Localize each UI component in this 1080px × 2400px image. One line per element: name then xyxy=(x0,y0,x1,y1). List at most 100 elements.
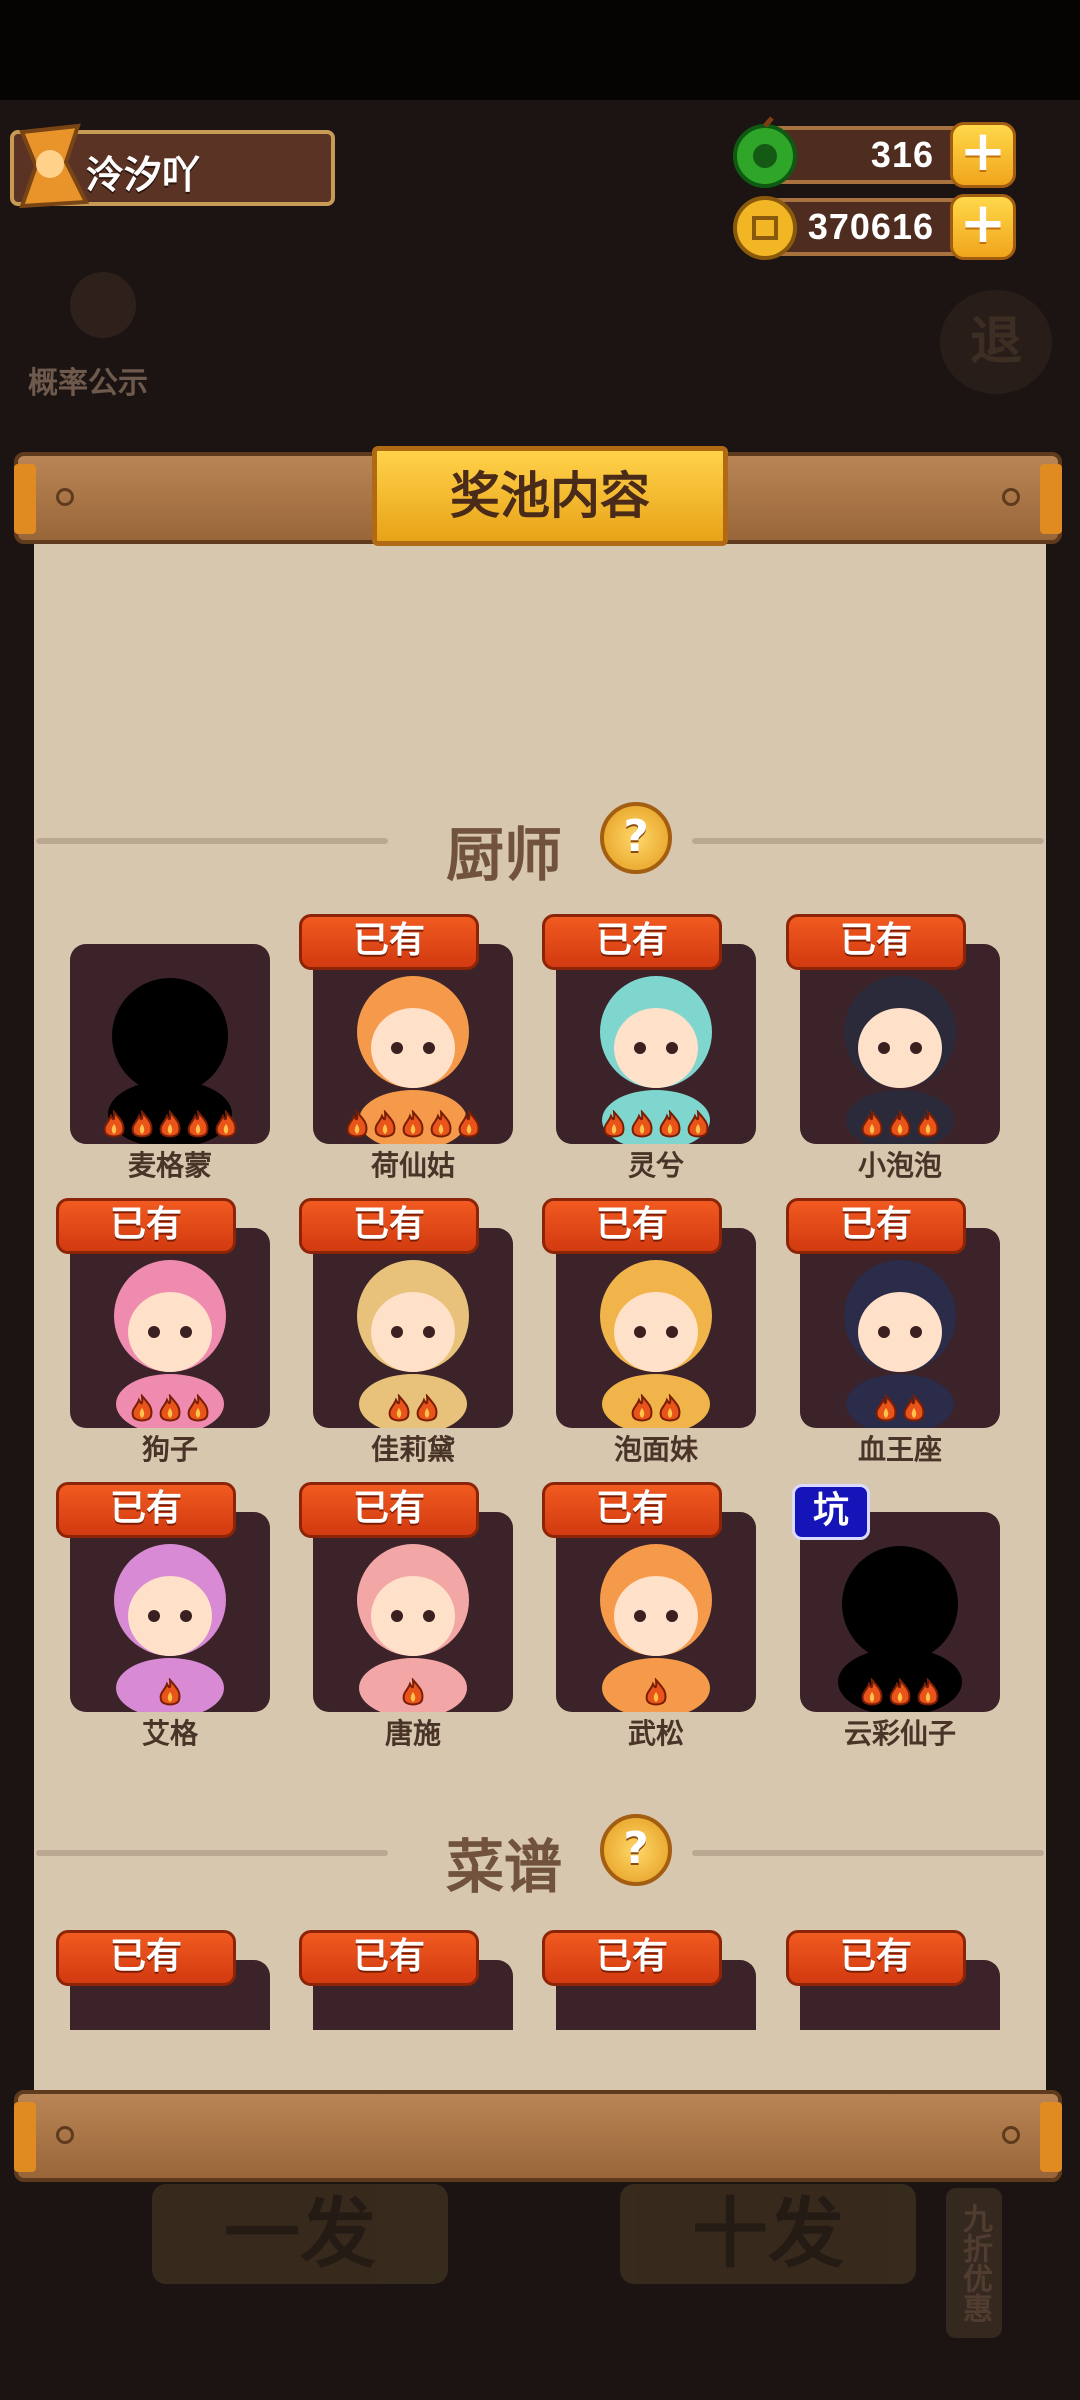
probability-icon[interactable] xyxy=(70,272,136,338)
gold-coin-icon xyxy=(733,196,797,260)
flame-icon xyxy=(402,1678,424,1706)
recipe-section-header: 菜谱 ? xyxy=(36,1812,1044,1901)
chef-help-button[interactable]: ? xyxy=(600,802,672,874)
owned-badge: 已有 xyxy=(56,1198,236,1254)
flame-icon xyxy=(659,1394,681,1422)
flame-icon xyxy=(346,1110,368,1138)
recipe-section-title: 菜谱 xyxy=(446,1833,563,1901)
rarity-flames xyxy=(800,1394,1000,1424)
owned-badge: 已有 xyxy=(542,1482,722,1538)
chef-name: 小泡泡 xyxy=(857,1149,942,1182)
flame-icon xyxy=(458,1110,480,1138)
owned-badge: 已有 xyxy=(56,1930,236,1986)
chef-section-header: 厨师 ? xyxy=(36,800,1044,889)
owned-badge: 已有 xyxy=(786,1930,966,1986)
owned-badge: 已有 xyxy=(542,1930,722,1986)
flame-icon xyxy=(903,1394,925,1422)
player-avatar-icon xyxy=(19,123,90,209)
exit-button[interactable]: 退 xyxy=(940,290,1052,394)
player-name-bar[interactable]: 泠汐吖 xyxy=(10,123,335,209)
single-draw-button: 一发 xyxy=(152,2184,448,2284)
chef-section-title: 厨师 xyxy=(446,821,563,889)
pit-badge: 坑 xyxy=(792,1484,870,1540)
chef-card[interactable] xyxy=(556,1512,756,1712)
rarity-flames xyxy=(800,1110,1000,1140)
green-gem-icon xyxy=(733,116,797,188)
chef-name: 荷仙姑 xyxy=(370,1149,455,1182)
flame-icon xyxy=(631,1110,653,1138)
flame-icon xyxy=(603,1110,625,1138)
chef-card[interactable] xyxy=(800,1512,1000,1712)
owned-badge: 已有 xyxy=(299,914,479,970)
flame-icon xyxy=(631,1394,653,1422)
player-name: 泠汐吖 xyxy=(86,153,201,197)
flame-icon xyxy=(645,1678,667,1706)
flame-icon xyxy=(861,1110,883,1138)
flame-icon xyxy=(917,1678,939,1706)
rarity-flames xyxy=(313,1394,513,1424)
chef-name: 佳莉黛 xyxy=(370,1433,455,1466)
chef-name: 艾格 xyxy=(141,1717,198,1750)
flame-icon xyxy=(159,1678,181,1706)
add-coin-button[interactable]: + xyxy=(950,194,1016,260)
flame-icon xyxy=(187,1394,209,1422)
rarity-flames xyxy=(556,1110,756,1140)
chef-name: 麦格蒙 xyxy=(127,1149,212,1182)
probability-label[interactable]: 概率公示 xyxy=(28,358,148,402)
chef-card[interactable] xyxy=(313,1228,513,1428)
flame-icon xyxy=(889,1678,911,1706)
flame-icon xyxy=(131,1110,153,1138)
panel-title: 奖池内容 xyxy=(372,446,728,546)
discount-tag: 九折优惠 xyxy=(946,2188,1002,2338)
rarity-flames xyxy=(70,1110,270,1140)
flame-icon xyxy=(659,1110,681,1138)
gem-currency-bar: 316 + xyxy=(733,116,1016,188)
owned-badge: 已有 xyxy=(299,1930,479,1986)
owned-badge: 已有 xyxy=(542,914,722,970)
chef-card[interactable] xyxy=(800,1228,1000,1428)
coin-currency-bar: 370616 + xyxy=(733,194,1016,260)
owned-badge: 已有 xyxy=(786,1198,966,1254)
flame-icon xyxy=(687,1110,709,1138)
gem-count: 316 xyxy=(870,134,934,175)
chef-card[interactable] xyxy=(313,944,513,1144)
flame-icon xyxy=(159,1394,181,1422)
chef-name: 唐施 xyxy=(384,1717,441,1750)
flame-icon xyxy=(159,1110,181,1138)
owned-badge: 已有 xyxy=(56,1482,236,1538)
flame-icon xyxy=(917,1110,939,1138)
owned-badge: 已有 xyxy=(786,914,966,970)
rarity-flames xyxy=(800,1678,1000,1708)
chef-name: 泡面妹 xyxy=(613,1433,698,1466)
chef-card[interactable] xyxy=(70,1512,270,1712)
owned-badge: 已有 xyxy=(542,1198,722,1254)
chef-name: 云彩仙子 xyxy=(843,1717,956,1750)
panel-bottom-plank xyxy=(14,2090,1062,2182)
chef-card[interactable] xyxy=(313,1512,513,1712)
chef-card[interactable] xyxy=(800,944,1000,1144)
chef-card[interactable] xyxy=(556,1228,756,1428)
ten-draw-button: 十发 xyxy=(620,2184,916,2284)
flame-icon xyxy=(875,1394,897,1422)
coin-count: 370616 xyxy=(807,206,934,247)
status-bar xyxy=(0,0,1080,100)
chef-name: 武松 xyxy=(627,1717,684,1750)
rarity-flames xyxy=(70,1394,270,1424)
flame-icon xyxy=(388,1394,410,1422)
rarity-flames xyxy=(313,1110,513,1140)
add-gem-button[interactable]: + xyxy=(950,122,1016,188)
flame-icon xyxy=(103,1110,125,1138)
chef-card[interactable] xyxy=(556,944,756,1144)
chef-card[interactable] xyxy=(70,1228,270,1428)
rarity-flames xyxy=(70,1678,270,1708)
flame-icon xyxy=(215,1110,237,1138)
owned-badge: 已有 xyxy=(299,1482,479,1538)
chef-card[interactable] xyxy=(70,944,270,1144)
chef-name: 灵兮 xyxy=(627,1149,684,1182)
flame-icon xyxy=(402,1110,424,1138)
rarity-flames xyxy=(556,1678,756,1708)
rarity-flames xyxy=(556,1394,756,1424)
flame-icon xyxy=(889,1110,911,1138)
recipe-help-button[interactable]: ? xyxy=(600,1814,672,1886)
rarity-flames xyxy=(313,1678,513,1708)
